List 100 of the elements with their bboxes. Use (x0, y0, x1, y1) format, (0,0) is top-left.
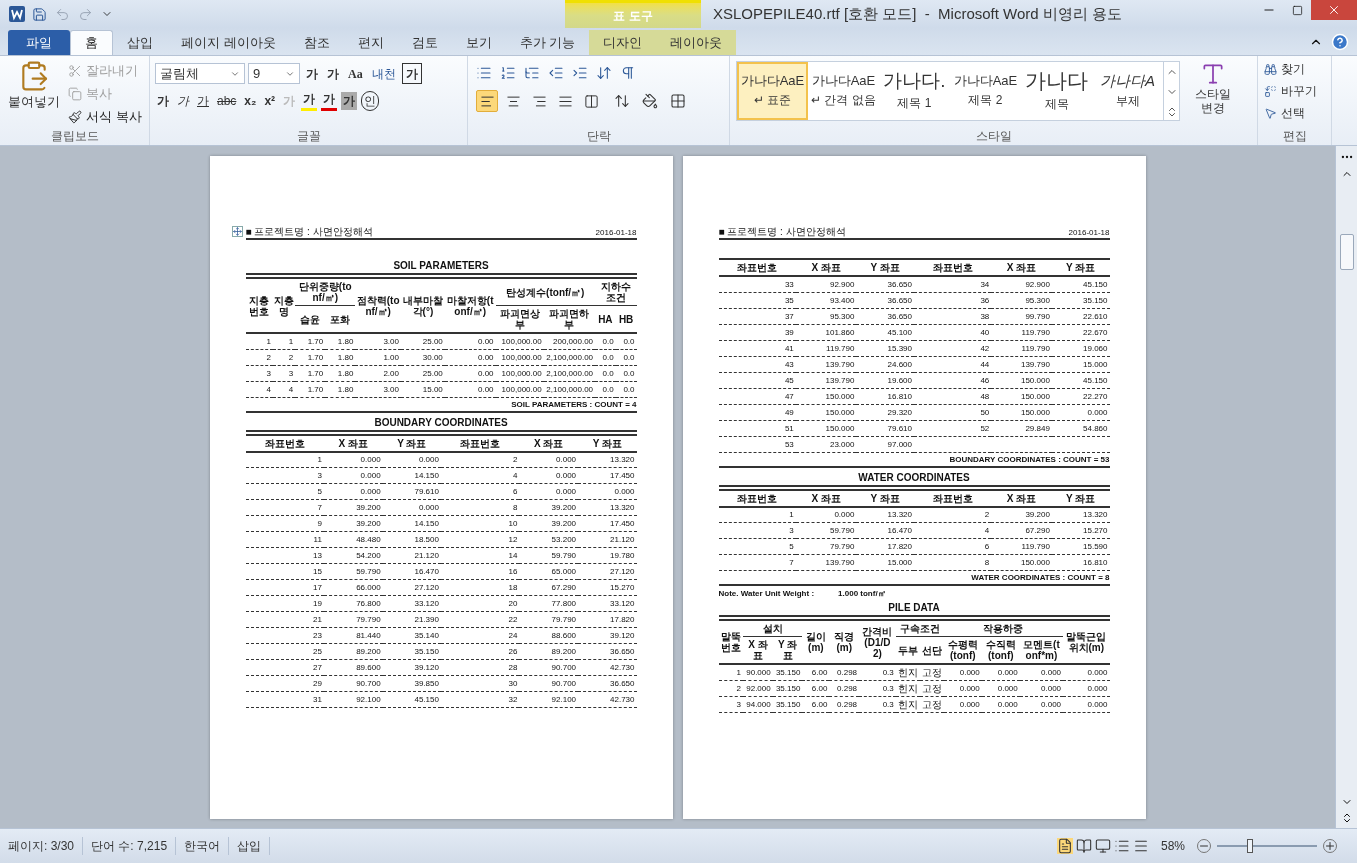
table-cell: 67.290 (1025, 526, 1050, 535)
table-cell: 39.120 (610, 631, 635, 640)
font-format-button[interactable]: 가 (175, 91, 191, 110)
column-header: 구속조건 (899, 623, 940, 634)
clipboard-button[interactable]: 서식 복사 (68, 106, 142, 127)
status-item[interactable]: 페이지: 3/30 (0, 837, 84, 855)
style-option[interactable]: 가나다AaE ↵ 표준 (737, 62, 808, 120)
table-cell: 0.000 (997, 667, 1018, 677)
table-cell: 27.120 (414, 583, 439, 592)
context-tab-label: 표 도구 (613, 7, 653, 25)
ribbon-tab[interactable]: 보기 (451, 30, 506, 55)
paste-button[interactable]: 붙여넣기 (4, 60, 64, 127)
ribbon-tab[interactable]: 참조 (289, 30, 344, 55)
table-cell: 200,000.00 (553, 336, 594, 346)
table-move-handle-icon[interactable] (231, 226, 243, 237)
ribbon-tab[interactable]: 추가 기능 (505, 30, 590, 55)
table-cell: 0.000 (1087, 667, 1108, 677)
font-format-button[interactable]: 가 (341, 91, 358, 110)
editing-button[interactable]: 바꾸기 (1264, 81, 1325, 101)
table-cell: 6 (512, 487, 518, 496)
table-cell: 23.000 (829, 439, 855, 449)
font-format-button[interactable]: 가 (401, 63, 422, 84)
help-icon[interactable] (1331, 33, 1349, 51)
table-cell: 15.270 (1083, 526, 1108, 535)
font-name-field[interactable]: 굴림체 (155, 63, 245, 84)
style-option[interactable]: 가나다. 제목 1 (879, 62, 950, 120)
scrollbar-thumb[interactable] (1339, 234, 1354, 270)
status-item[interactable]: 한국어 (176, 837, 230, 855)
style-option[interactable]: 가나다 제목 (1021, 62, 1092, 120)
table-cell: 1.80 (337, 336, 354, 346)
ribbon-tab[interactable]: 디자인 (589, 30, 657, 55)
word-logo-icon[interactable] (8, 5, 26, 23)
table-cell: 17 (313, 583, 322, 592)
ribbon-tab[interactable]: 페이지 레이아웃 (167, 30, 290, 55)
column-header: X 좌표 (338, 437, 368, 449)
table-cell: 19.780 (610, 551, 635, 560)
table-cell: 13.320 (1083, 510, 1108, 520)
table-cell: 1.70 (307, 352, 324, 362)
table-cell: 93.400 (829, 295, 855, 305)
copy-icon (68, 86, 82, 101)
table-cell: 35.150 (414, 647, 439, 656)
table-cell: 119.790 (1021, 343, 1050, 353)
table-cell: 79.610 (414, 487, 439, 496)
table-cell: 41 (784, 343, 794, 353)
column-header: X 좌표 (1006, 492, 1037, 504)
table-cell: 2 (266, 352, 271, 362)
column-header: 두부 (897, 644, 918, 656)
font-format-button[interactable]: 가 (301, 90, 318, 111)
editing-button[interactable]: 선택 (1264, 103, 1325, 123)
table-cell: 6.00 (811, 699, 828, 709)
table-cell: 0.0 (623, 352, 635, 362)
column-header: Y 좌표 (592, 437, 622, 449)
font-format-button[interactable]: 가 (303, 63, 321, 84)
table-cell: 19 (313, 599, 322, 608)
font-format-button[interactable]: Aa (345, 63, 366, 84)
ribbon-tab[interactable]: 파일 (8, 30, 70, 55)
column-header: Y 좌표 (1066, 262, 1096, 273)
font-name-value: 굴림체 (160, 64, 199, 83)
font-format-button[interactable]: abc (215, 91, 239, 110)
style-option[interactable]: 가나다A 부제 (1092, 62, 1163, 120)
editing-button[interactable]: 찾기 (1264, 59, 1325, 79)
table-cell: 139.790 (1020, 359, 1050, 369)
font-format-button[interactable]: x² (262, 91, 278, 110)
column-header: 수평력(tonf) (947, 639, 978, 661)
status-item[interactable]: 단어 수: 7,215 (83, 837, 177, 855)
zoom-slider-thumb[interactable] (1247, 839, 1253, 853)
status-item[interactable]: 삽입 (229, 837, 271, 855)
ribbon-tab[interactable]: 레이아웃 (656, 30, 737, 55)
ribbon-tab[interactable]: 삽입 (113, 30, 167, 55)
font-format-button[interactable]: 내천 (368, 63, 399, 84)
column-header: Y 좌표 (1066, 492, 1096, 504)
style-option[interactable]: 가나다AaE 제목 2 (950, 62, 1021, 120)
table-cell: 27 (313, 663, 322, 672)
table-cell: 0.3 (882, 683, 894, 693)
column-header: 지하수조건 (600, 281, 631, 303)
table-cell: 1 (736, 667, 741, 677)
font-format-button[interactable]: x₂ (242, 91, 259, 110)
font-format-button[interactable]: 가 (195, 91, 211, 110)
table-cell: 90.700 (356, 679, 381, 688)
font-format-button[interactable]: 가 (324, 63, 342, 84)
font-format-button[interactable]: 가 (321, 90, 338, 111)
style-option[interactable]: 가나다AaE ↵ 간격 없음 (808, 62, 879, 120)
ribbon-tab[interactable]: 홈 (70, 30, 113, 55)
zoom-in-icon[interactable] (1323, 839, 1337, 853)
change-styles-button[interactable]: 스타일 변경 (1184, 61, 1242, 127)
ribbon-tab[interactable]: 편지 (343, 30, 398, 55)
table-cell: 67.290 (551, 583, 577, 592)
ribbon-tab[interactable]: 검토 (397, 30, 452, 55)
table-cell: 24.600 (887, 359, 912, 369)
font-format-button[interactable]: 가 (155, 91, 171, 110)
count-text: WATER COORDINATES : COUNT = 8 (971, 573, 1110, 582)
table-cell: 1.00 (383, 352, 399, 362)
table-cell: 0.0 (623, 368, 635, 378)
font-size-field[interactable]: 9 (248, 63, 300, 84)
page-header-date: 2016-01-18 (1068, 228, 1110, 238)
table-cell: 0.000 (556, 455, 577, 465)
count-text: BOUNDARY COORDINATES : COUNT = 53 (949, 454, 1110, 464)
table-cell: 35.150 (1083, 295, 1108, 305)
zoom-level[interactable]: 58% (1160, 837, 1185, 855)
table-cell: 150.000 (825, 391, 855, 401)
